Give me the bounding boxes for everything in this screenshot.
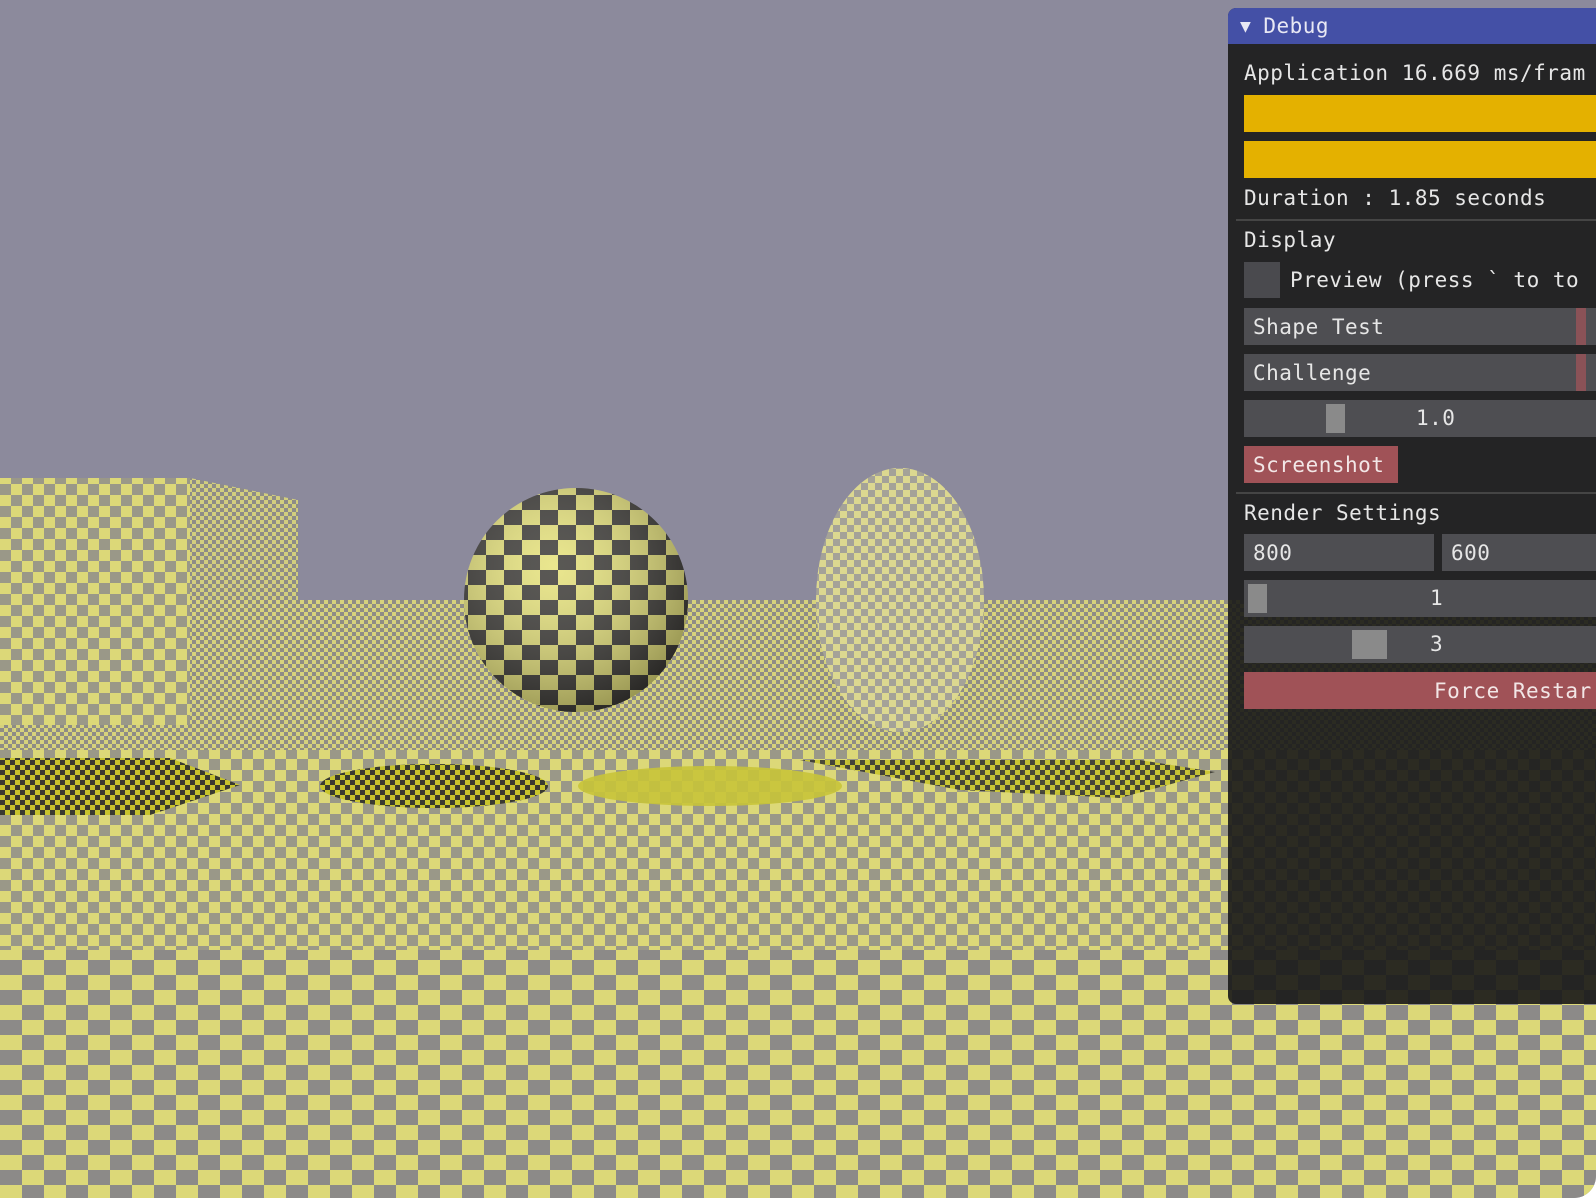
slider-grab-handle[interactable] — [1326, 404, 1345, 433]
challenge-combo-value: Challenge — [1253, 360, 1372, 385]
debug-title: Debug — [1263, 14, 1330, 38]
checkered-sphere — [464, 488, 688, 712]
duration-text: Duration : 1.85 seconds — [1244, 186, 1547, 210]
render-viewport[interactable]: ▼ Debug Application 16.669 ms/fram Durat… — [0, 0, 1596, 1198]
application-fps-text: Application 16.669 ms/fram — [1244, 61, 1586, 85]
debug-window[interactable]: ▼ Debug Application 16.669 ms/fram Durat… — [1228, 8, 1596, 1004]
render-width-input[interactable]: 800 — [1244, 534, 1434, 571]
screenshot-button[interactable]: Screenshot — [1244, 446, 1398, 483]
render-height-value: 600 — [1451, 540, 1491, 565]
separator — [1236, 219, 1596, 221]
preview-checkbox-label: Preview (press ` to to — [1290, 268, 1580, 292]
render-height-input[interactable]: 600 — [1442, 534, 1596, 571]
combo-arrow-icon[interactable] — [1576, 354, 1586, 391]
slider-grab-handle[interactable] — [1248, 584, 1267, 613]
frame-time-plot — [1244, 95, 1596, 132]
shape-test-combo-value: Shape Test — [1253, 314, 1385, 339]
scale-slider-value: 1.0 — [1416, 406, 1456, 430]
slider-grab-handle[interactable] — [1352, 630, 1387, 659]
checkered-ellipsoid — [816, 468, 984, 732]
debug-titlebar[interactable]: ▼ Debug — [1228, 8, 1596, 44]
screenshot-button-label: Screenshot — [1253, 452, 1385, 477]
render-width-value: 800 — [1253, 540, 1293, 565]
samples-slider-value: 1 — [1430, 586, 1444, 610]
render-settings-header: Render Settings — [1244, 501, 1442, 525]
preview-checkbox[interactable] — [1244, 262, 1280, 298]
triangle-down-icon[interactable]: ▼ — [1240, 16, 1251, 37]
separator — [1236, 492, 1596, 494]
force-restart-button[interactable]: Force Restar — [1244, 672, 1596, 709]
display-header: Display — [1244, 228, 1337, 252]
shape-test-combo[interactable]: Shape Test — [1244, 308, 1596, 345]
scale-slider[interactable]: 1.0 — [1244, 400, 1596, 437]
checkered-box — [0, 478, 298, 725]
combo-arrow-icon[interactable] — [1576, 308, 1586, 345]
depth-slider[interactable]: 3 — [1244, 626, 1596, 663]
challenge-combo[interactable]: Challenge — [1244, 354, 1596, 391]
samples-slider[interactable]: 1 — [1244, 580, 1596, 617]
frame-time-histogram — [1244, 141, 1596, 178]
depth-slider-value: 3 — [1430, 632, 1444, 656]
force-restart-button-label: Force Restar — [1434, 678, 1592, 703]
